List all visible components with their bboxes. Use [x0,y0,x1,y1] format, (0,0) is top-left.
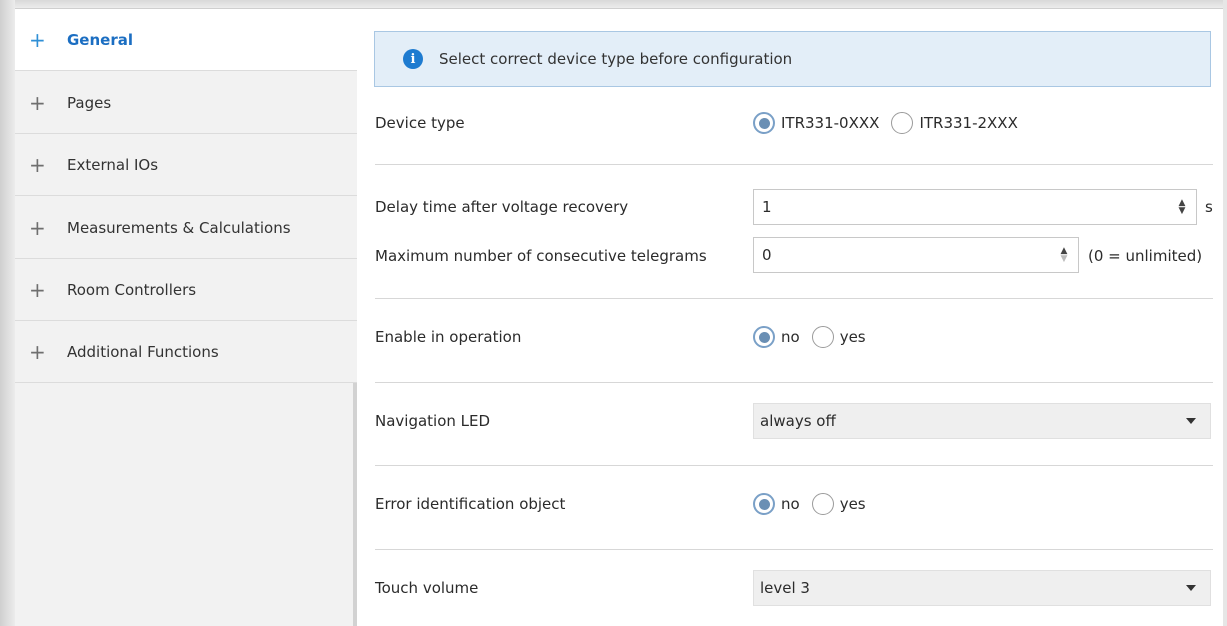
max-telegrams-spinbox[interactable]: 0 ▲ ▼ [753,237,1079,273]
sidebar-item-measurements[interactable]: + Measurements & Calculations [15,197,357,259]
divider [375,298,1213,299]
error-object-radio-group: no yes [753,493,878,515]
navigation-led-value: always off [760,412,836,430]
delay-time-label: Delay time after voltage recovery [375,198,629,216]
device-type-radio-group: ITR331-0XXX ITR331-2XXX [753,112,1030,134]
device-type-option-2xxx[interactable]: ITR331-2XXX [891,112,1018,134]
expand-plus-icon[interactable]: + [29,155,46,175]
radio-unchecked-icon[interactable] [811,326,834,348]
delay-time-value[interactable]: 1 [754,198,1174,216]
enable-operation-option-no[interactable]: no [753,326,800,348]
divider [375,164,1213,165]
enable-operation-option-yes[interactable]: yes [811,326,866,348]
expand-plus-icon[interactable]: + [29,93,46,113]
chevron-down-icon[interactable] [1186,418,1196,424]
max-telegrams-label: Maximum number of consecutive telegrams [375,247,707,265]
sidebar: + General + Pages + External IOs + Measu… [15,9,357,626]
max-telegrams-unit: (0 = unlimited) [1088,247,1203,265]
spin-arrows-icon[interactable]: ▲ ▼ [1174,199,1190,216]
device-type-label: Device type [375,114,465,132]
radio-label: yes [839,328,866,346]
chevron-down-icon[interactable] [1186,585,1196,591]
device-type-option-0xxx[interactable]: ITR331-0XXX [753,112,879,134]
sidebar-item-label: General [67,30,133,49]
sidebar-item-label: External IOs [67,155,159,174]
radio-unchecked-icon[interactable] [891,112,914,134]
info-text: Select correct device type before config… [439,50,793,68]
radio-dot [758,331,770,343]
radio-dot [758,117,770,129]
touch-volume-select[interactable]: level 3 [753,570,1211,606]
radio-label: ITR331-0XXX [781,114,880,132]
radio-unchecked-icon[interactable] [811,493,834,515]
radio-label: no [781,328,800,346]
spin-arrows-icon[interactable]: ▲ ▼ [1056,247,1072,264]
delay-time-unit: s [1205,198,1213,216]
info-banner: i Select correct device type before conf… [374,31,1211,87]
error-object-option-no[interactable]: no [753,493,800,515]
error-object-option-yes[interactable]: yes [811,493,866,515]
expand-plus-icon[interactable]: + [29,30,46,50]
sidebar-item-room-controllers[interactable]: + Room Controllers [15,259,357,321]
sidebar-item-label: Pages [67,93,112,112]
sidebar-splitter[interactable] [353,383,357,626]
touch-volume-value: level 3 [760,579,810,597]
touch-volume-label: Touch volume [375,579,479,597]
radio-label: no [781,495,800,513]
sidebar-item-pages[interactable]: + Pages [15,72,357,134]
window-frame-top [0,0,1227,9]
divider [375,549,1213,550]
delay-time-spinbox[interactable]: 1 ▲ ▼ [753,189,1197,225]
sidebar-item-additional-functions[interactable]: + Additional Functions [15,321,357,383]
enable-operation-label: Enable in operation [375,328,522,346]
radio-dot [758,498,770,510]
radio-checked-icon[interactable] [753,112,775,134]
radio-label: ITR331-2XXX [919,114,1018,132]
divider [375,465,1213,466]
sidebar-item-label: Additional Functions [67,342,219,361]
error-object-label: Error identification object [375,495,566,513]
expand-plus-icon[interactable]: + [29,280,46,300]
window-frame-left [0,0,15,626]
sidebar-item-label: Measurements & Calculations [67,218,291,237]
expand-plus-icon[interactable]: + [29,218,46,238]
window-frame-right [1223,0,1227,626]
max-telegrams-value[interactable]: 0 [754,246,1056,264]
radio-checked-icon[interactable] [753,326,775,348]
sidebar-item-external-ios[interactable]: + External IOs [15,134,357,196]
navigation-led-label: Navigation LED [375,412,491,430]
sidebar-item-general[interactable]: + General [15,9,357,71]
enable-operation-radio-group: no yes [753,326,878,348]
divider [375,382,1213,383]
sidebar-item-label: Room Controllers [67,280,197,299]
expand-plus-icon[interactable]: + [29,342,46,362]
parameter-panel: i Select correct device type before conf… [358,9,1223,626]
navigation-led-select[interactable]: always off [753,403,1211,439]
info-icon: i [403,49,423,69]
radio-label: yes [839,495,866,513]
radio-checked-icon[interactable] [753,493,775,515]
